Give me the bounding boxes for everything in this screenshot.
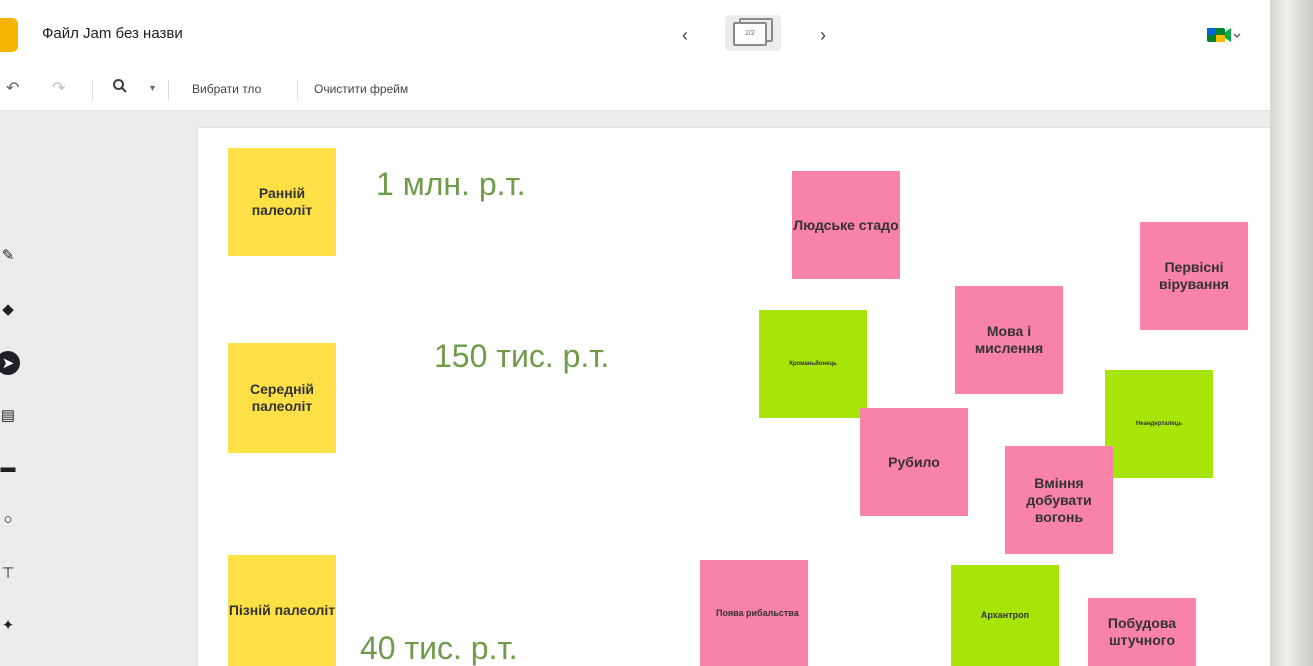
note-text: Людське стадо: [793, 216, 899, 233]
toolbar-divider: [92, 80, 93, 100]
redo-icon[interactable]: ↷: [52, 78, 65, 98]
sticky-note-building[interactable]: Побудова штучного: [1088, 598, 1196, 666]
sticky-note-neanderthal[interactable]: Неандерталець: [1105, 370, 1213, 478]
background-edge: [1270, 0, 1313, 666]
sticky-note-early-paleolithic[interactable]: Ранній палеоліт: [228, 148, 336, 256]
zoom-dropdown-icon[interactable]: ▾: [150, 83, 155, 94]
note-text: Пізній палеоліт: [228, 602, 336, 618]
sticky-note-icon[interactable]: ▤: [0, 403, 20, 427]
note-text: Кроманьйонець: [789, 361, 837, 367]
tool-panel: ✎ ◆ ➤ ▤ ▬ ○ ⊤ ✦: [0, 235, 26, 635]
select-icon[interactable]: ➤: [0, 351, 20, 375]
text-box-icon[interactable]: ⊤: [0, 561, 20, 585]
meet-button[interactable]: [1200, 22, 1246, 48]
toolbar: ↶ ↷ ▾ Вибрати тло Очистити фрейм: [0, 70, 1270, 111]
sticky-note-middle-paleolithic[interactable]: Середній палеоліт: [228, 343, 336, 453]
era-date-early[interactable]: 1 млн. р.т.: [376, 166, 526, 203]
chevron-right-icon[interactable]: ›: [808, 20, 838, 50]
clear-frame-button[interactable]: Очистити фрейм: [314, 82, 408, 96]
undo-icon[interactable]: ↶: [6, 78, 19, 98]
choose-background-button[interactable]: Вибрати тло: [192, 82, 261, 96]
frame-indicator: 2/2: [733, 22, 767, 46]
sticky-note-cro-magnon[interactable]: Кроманьйонець: [759, 310, 867, 418]
sticky-note-language[interactable]: Мова і мислення: [955, 286, 1063, 394]
eraser-icon[interactable]: ◆: [0, 297, 20, 321]
note-text: Поява рибальства: [716, 607, 799, 618]
note-text: Неандерталець: [1135, 421, 1183, 427]
google-meet-icon: [1207, 28, 1241, 42]
toolbar-divider: [297, 80, 298, 100]
jamboard-logo[interactable]: [0, 18, 18, 52]
note-text: Ранній палеоліт: [251, 185, 313, 218]
sticky-note-archanthropus[interactable]: Архантроп: [951, 565, 1059, 666]
sticky-note-primitive-beliefs[interactable]: Первісні вірування: [1140, 222, 1248, 330]
sticky-note-chopper[interactable]: Рубило: [860, 408, 968, 516]
note-text: Рубило: [888, 453, 940, 470]
era-date-middle[interactable]: 150 тис. р.т.: [434, 338, 609, 375]
sticky-note-human-herd[interactable]: Людське стадо: [792, 171, 900, 279]
pen-icon[interactable]: ✎: [0, 243, 20, 267]
note-text: Побудова штучного: [1107, 615, 1177, 648]
toolbar-divider: [168, 80, 169, 100]
sticky-note-late-paleolithic[interactable]: Пізній палеоліт: [228, 555, 336, 666]
image-icon[interactable]: ▬: [0, 455, 20, 479]
file-title[interactable]: Файл Jam без назви: [42, 25, 183, 42]
note-text: Мова і мислення: [974, 323, 1044, 356]
top-bar: Файл Jam без назви ‹ 2/2 ›: [0, 0, 1270, 70]
note-text: Вміння добувати вогонь: [1026, 474, 1092, 525]
jam-canvas[interactable]: Ранній палеоліт 1 млн. р.т. Середній пал…: [198, 128, 1270, 666]
note-text: Первісні вірування: [1159, 259, 1229, 292]
shape-icon[interactable]: ○: [0, 507, 20, 531]
sticky-note-fire[interactable]: Вміння добувати вогонь: [1005, 446, 1113, 554]
note-text: Середній палеоліт: [249, 381, 315, 414]
sticky-note-fishing[interactable]: Поява рибальства: [700, 560, 808, 666]
chevron-left-icon[interactable]: ‹: [670, 20, 700, 50]
frame-selector[interactable]: 2/2: [725, 15, 781, 51]
era-date-late[interactable]: 40 тис. р.т.: [360, 630, 517, 666]
zoom-icon[interactable]: [112, 78, 128, 99]
note-text: Архантроп: [980, 610, 1030, 620]
laser-icon[interactable]: ✦: [0, 613, 20, 637]
